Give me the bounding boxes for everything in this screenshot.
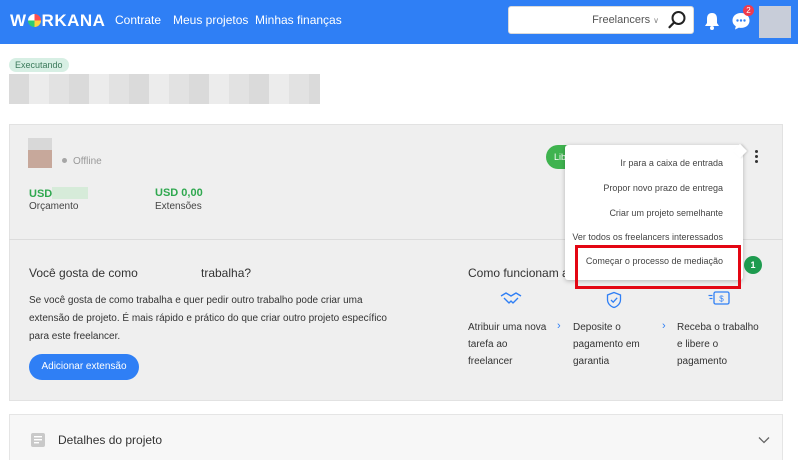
extension-pitch-title: Você gosta de como	[29, 266, 138, 280]
online-status: Offline	[73, 156, 102, 167]
bell-icon[interactable]	[703, 11, 721, 31]
step-arrow-icon: ›	[557, 320, 561, 332]
chevron-down-icon[interactable]	[758, 435, 770, 445]
document-icon	[31, 433, 45, 447]
nav-contrate[interactable]: Contrate	[115, 13, 161, 27]
menu-item-inbox[interactable]: Ir para a caixa de entrada	[620, 158, 723, 168]
how-it-works-title: Como funcionam as	[468, 266, 575, 280]
menu-item-new-deadline[interactable]: Propor novo prazo de entrega	[603, 183, 723, 193]
workana-logo[interactable]: W RKANA	[10, 11, 105, 31]
menu-item-similar-project[interactable]: Criar um projeto semelhante	[609, 208, 723, 218]
status-badge: Executando	[9, 58, 69, 72]
logo-o-icon	[27, 14, 41, 27]
notification-badge: 2	[743, 5, 754, 16]
how-step-3: Receba o trabalho e libere o pagamento	[677, 322, 759, 367]
search-input[interactable]: Freelancers ∨	[508, 6, 694, 34]
budget-redacted	[52, 187, 89, 199]
search-filter-select[interactable]: Freelancers ∨	[592, 14, 659, 26]
step-arrow-icon: ›	[662, 320, 666, 332]
extensions-label: Extensões	[155, 201, 202, 212]
search-icon[interactable]	[667, 10, 687, 30]
nav-meus-projetos[interactable]: Meus projetos	[173, 13, 248, 27]
extensions-value: USD 0,00	[155, 187, 203, 199]
step-number-badge: 1	[744, 256, 762, 274]
extension-pitch-title-end: trabalha?	[201, 266, 252, 280]
freelancer-avatar[interactable]	[28, 138, 52, 168]
handshake-icon	[500, 292, 522, 304]
add-extension-button[interactable]: Adicionar extensão	[29, 354, 139, 380]
budget-label: Orçamento	[29, 201, 79, 212]
highlight-box	[575, 245, 741, 289]
project-details-title[interactable]: Detalhes do projeto	[58, 433, 162, 447]
online-status-dot	[62, 158, 67, 163]
extension-pitch-text: Se você gosta de como trabalha e quer pe…	[29, 295, 387, 342]
svg-text:$: $	[719, 295, 724, 304]
menu-item-interested-freelancers[interactable]: Ver todos os freelancers interessados	[572, 232, 723, 242]
nav-minhas-financas[interactable]: Minhas finanças	[255, 13, 342, 27]
more-options-icon[interactable]	[750, 148, 762, 166]
shield-check-icon	[606, 291, 622, 309]
top-navbar: W RKANA Contrate Meus projetos Minhas fin…	[0, 0, 798, 44]
money-icon: $	[708, 291, 730, 305]
project-title-redacted	[9, 74, 320, 104]
how-step-2: Deposite o pagamento em garantia	[573, 322, 640, 367]
budget-value: USD	[29, 187, 89, 200]
user-avatar[interactable]	[759, 6, 791, 38]
chevron-down-icon: ∨	[653, 16, 659, 25]
how-step-1: Atribuir uma nova tarefa ao freelancer	[468, 322, 547, 367]
